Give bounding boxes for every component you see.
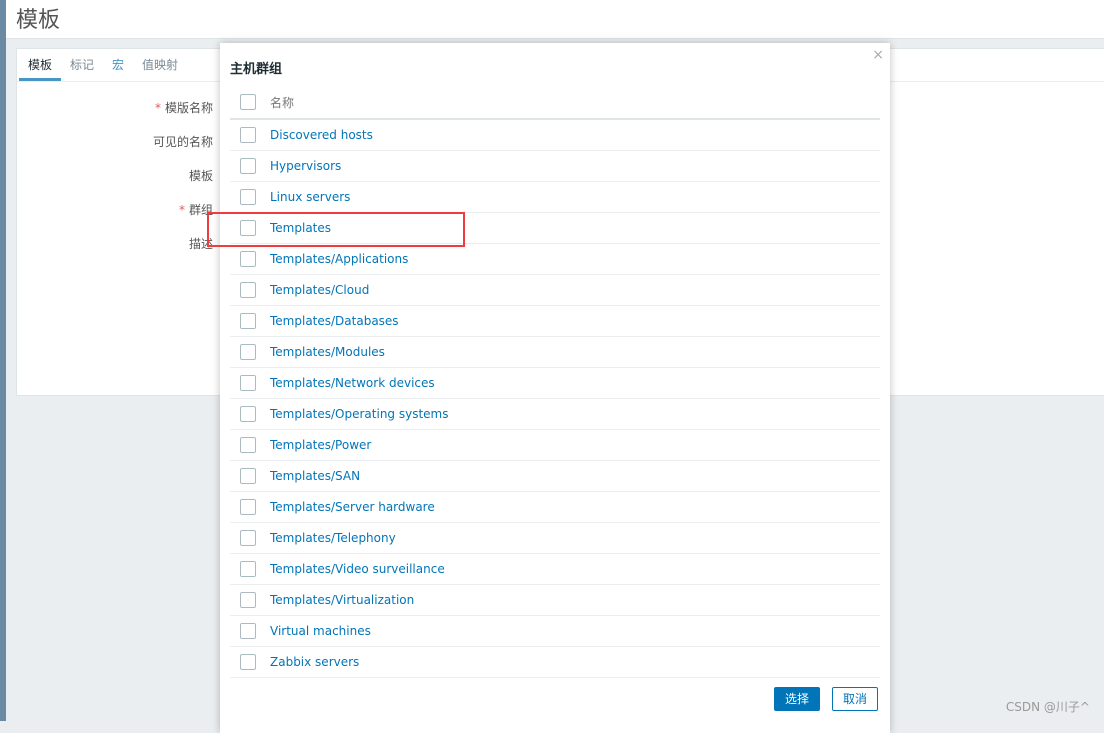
tab-template[interactable]: 模板 bbox=[19, 49, 62, 81]
item-checkbox[interactable] bbox=[240, 406, 256, 422]
host-group-link[interactable]: Discovered hosts bbox=[270, 128, 373, 142]
host-group-link[interactable]: Templates/Virtualization bbox=[270, 593, 414, 607]
item-checkbox[interactable] bbox=[240, 127, 256, 143]
item-checkbox[interactable] bbox=[240, 499, 256, 515]
host-group-link[interactable]: Templates/Network devices bbox=[270, 376, 435, 390]
list-header: 名称 bbox=[230, 86, 880, 120]
list-item: Templates/Operating systems bbox=[230, 399, 880, 430]
item-checkbox[interactable] bbox=[240, 344, 256, 360]
cancel-button[interactable]: 取消 bbox=[832, 687, 879, 711]
item-checkbox[interactable] bbox=[240, 654, 256, 670]
list-item: Templates/Video surveillance bbox=[230, 554, 880, 585]
item-checkbox[interactable] bbox=[240, 561, 256, 577]
list-item: Templates/Server hardware bbox=[230, 492, 880, 523]
list-item: Zabbix servers bbox=[230, 647, 880, 678]
host-group-link[interactable]: Templates/Cloud bbox=[270, 283, 369, 297]
host-group-dialog: 主机群组 × 名称 Discovered hosts Hypervisors Lin… bbox=[220, 43, 890, 733]
tab-tags[interactable]: 标记 bbox=[61, 49, 103, 81]
required-asterisk: * bbox=[154, 101, 161, 115]
host-group-link[interactable]: Zabbix servers bbox=[270, 655, 359, 669]
form-label: 模板 bbox=[189, 167, 213, 184]
form-label: * 模版名称 bbox=[155, 99, 213, 116]
form-label-text: 可见的名称 bbox=[152, 135, 213, 149]
host-group-link[interactable]: Templates/Modules bbox=[270, 345, 385, 359]
form-label-text: 模版名称 bbox=[164, 101, 213, 115]
item-checkbox[interactable] bbox=[240, 251, 256, 267]
item-checkbox[interactable] bbox=[240, 437, 256, 453]
item-checkbox[interactable] bbox=[240, 282, 256, 298]
list-item: Hypervisors bbox=[230, 151, 880, 182]
close-icon[interactable]: × bbox=[872, 47, 884, 63]
column-header-name: 名称 bbox=[270, 95, 295, 110]
host-group-link[interactable]: Templates/Databases bbox=[270, 314, 399, 328]
dialog-title: 主机群组 bbox=[230, 62, 283, 77]
host-group-link[interactable]: Templates/Server hardware bbox=[270, 500, 435, 514]
list-item: Linux servers bbox=[230, 182, 880, 213]
form-label-text: 模板 bbox=[188, 169, 213, 183]
item-checkbox[interactable] bbox=[240, 530, 256, 546]
host-group-link[interactable]: Hypervisors bbox=[270, 159, 341, 173]
list-item: Templates/Applications bbox=[230, 244, 880, 275]
required-asterisk: * bbox=[178, 203, 185, 217]
watermark: CSDN @川子^ bbox=[1005, 700, 1090, 714]
host-group-link[interactable]: Linux servers bbox=[270, 190, 350, 204]
list-item: Templates/Virtualization bbox=[230, 585, 880, 616]
item-checkbox[interactable] bbox=[240, 313, 256, 329]
host-group-link[interactable]: Templates/Telephony bbox=[270, 531, 396, 545]
list-item: Templates/Modules bbox=[230, 337, 880, 368]
list-item: Virtual machines bbox=[230, 616, 880, 647]
list-item: Templates/Network devices bbox=[230, 368, 880, 399]
tab-macros[interactable]: 宏 bbox=[103, 49, 133, 81]
tab-value-mapping[interactable]: 值映射 bbox=[133, 49, 187, 81]
item-checkbox[interactable] bbox=[240, 158, 256, 174]
host-group-list: 名称 Discovered hosts Hypervisors Linux serv… bbox=[230, 86, 880, 678]
list-item: Discovered hosts bbox=[230, 120, 880, 151]
page-header: 模板 bbox=[6, 0, 1104, 39]
item-checkbox[interactable] bbox=[240, 375, 256, 391]
list-item: Templates/SAN bbox=[230, 461, 880, 492]
form-label: 可见的名称 bbox=[153, 133, 213, 150]
host-group-link[interactable]: Templates/Operating systems bbox=[270, 407, 449, 421]
item-checkbox[interactable] bbox=[240, 468, 256, 484]
list-item: Templates/Databases bbox=[230, 306, 880, 337]
list-item: Templates/Telephony bbox=[230, 523, 880, 554]
host-group-link[interactable]: Templates/SAN bbox=[270, 469, 360, 483]
left-sidebar-strip bbox=[0, 0, 6, 721]
page-title: 模板 bbox=[16, 8, 61, 33]
item-checkbox[interactable] bbox=[240, 592, 256, 608]
highlight-annotation-box bbox=[207, 212, 465, 247]
list-item: Templates/Power bbox=[230, 430, 880, 461]
host-group-link[interactable]: Templates/Video surveillance bbox=[270, 562, 445, 576]
host-group-link[interactable]: Virtual machines bbox=[270, 624, 371, 638]
host-group-link[interactable]: Templates/Applications bbox=[270, 252, 408, 266]
item-checkbox[interactable] bbox=[240, 623, 256, 639]
host-group-link[interactable]: Templates/Power bbox=[270, 438, 371, 452]
item-checkbox[interactable] bbox=[240, 189, 256, 205]
select-button[interactable]: 选择 bbox=[774, 687, 821, 711]
select-all-checkbox[interactable] bbox=[240, 94, 256, 110]
list-item: Templates/Cloud bbox=[230, 275, 880, 306]
